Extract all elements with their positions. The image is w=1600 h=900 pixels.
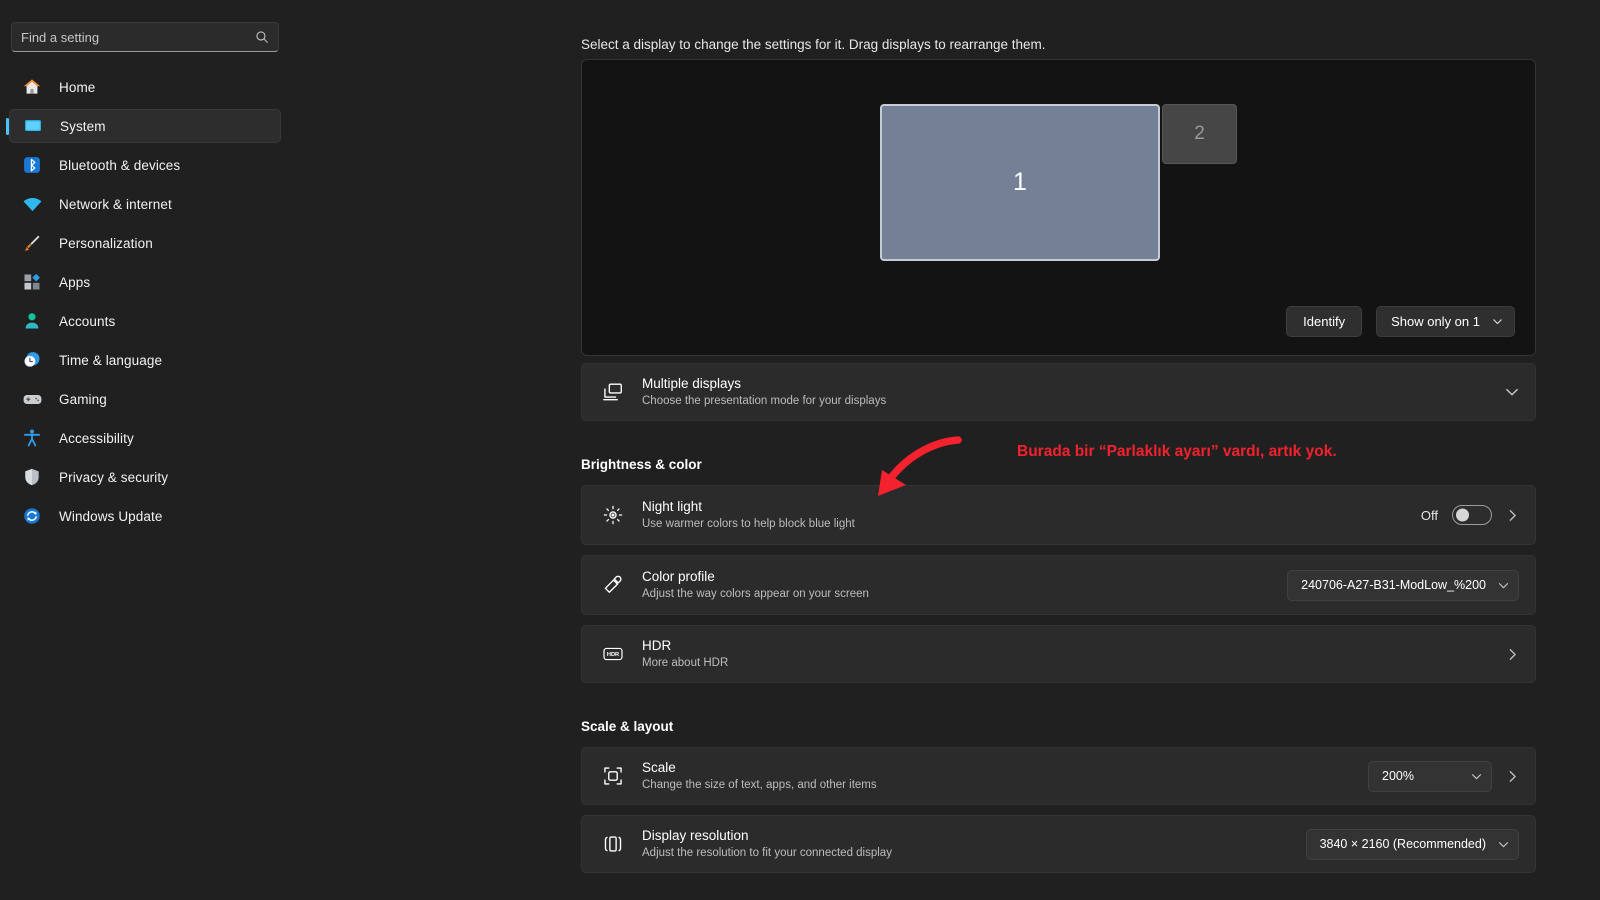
intro-text: Select a display to change the settings …	[581, 37, 1046, 52]
color-profile-row[interactable]: Color profile Adjust the way colors appe…	[581, 555, 1536, 615]
sidebar-item-bluetooth-devices[interactable]: Bluetooth & devices	[9, 148, 281, 182]
sidebar-item-label: System	[60, 118, 106, 134]
night-light-toggle-label: Off	[1420, 507, 1438, 523]
sidebar-item-apps[interactable]: Apps	[9, 265, 281, 299]
search-box[interactable]	[11, 22, 279, 52]
row-subtitle: Change the size of text, apps, and other…	[642, 779, 877, 791]
annotation-text: Burada bir “Parlaklık ayarı” vardı, artı…	[1017, 443, 1337, 460]
sidebar-item-accessibility[interactable]: Accessibility	[9, 421, 281, 455]
row-subtitle: Choose the presentation mode for your di…	[642, 395, 887, 407]
chevron-right-icon[interactable]	[1506, 648, 1519, 661]
shield-icon	[21, 466, 43, 488]
home-icon	[21, 76, 43, 98]
gamepad-icon	[21, 388, 43, 410]
sidebar-item-privacy-security[interactable]: Privacy & security	[9, 460, 281, 494]
row-title: HDR	[642, 638, 672, 653]
sidebar-item-system[interactable]: System	[6, 109, 281, 143]
sidebar-item-label: Gaming	[59, 391, 107, 407]
multiple-displays-icon	[600, 379, 626, 405]
bluetooth-icon	[21, 154, 43, 176]
display-arrangement-canvas[interactable]: 1 2 Identify Show only on 1	[581, 59, 1536, 356]
hdr-row[interactable]: HDR HDR More about HDR	[581, 625, 1536, 683]
night-light-toggle[interactable]	[1452, 505, 1492, 525]
night-light-sun-icon	[600, 502, 626, 528]
toggle-knob	[1456, 508, 1469, 522]
display-resolution-select[interactable]: 3840 × 2160 (Recommended)	[1305, 828, 1519, 860]
chevron-down-icon	[1498, 841, 1509, 847]
scale-layout-heading: Scale & layout	[581, 719, 674, 734]
chevron-down-icon	[1471, 773, 1482, 779]
row-title: Scale	[642, 760, 676, 775]
sidebar-item-label: Home	[59, 79, 96, 95]
row-subtitle: More about HDR	[642, 657, 729, 669]
clock-globe-icon	[21, 349, 43, 371]
display-tile-1[interactable]: 1	[880, 104, 1160, 261]
chevron-right-icon[interactable]	[1506, 770, 1519, 783]
chevron-down-icon	[1493, 319, 1502, 325]
row-subtitle: Use warmer colors to help block blue lig…	[642, 518, 855, 530]
chevron-down-icon	[1498, 582, 1509, 588]
display-resolution-value: 3840 × 2160 (Recommended)	[1319, 837, 1486, 851]
brightness-color-heading: Brightness & color	[581, 457, 702, 472]
sidebar-item-gaming[interactable]: Gaming	[9, 382, 281, 416]
sidebar: Home System	[0, 0, 300, 900]
update-refresh-icon	[21, 505, 43, 527]
sidebar-item-label: Personalization	[59, 235, 153, 251]
person-icon	[21, 310, 43, 332]
main-content: Select a display to change the settings …	[300, 0, 1600, 900]
row-title: Color profile	[642, 569, 715, 584]
row-title: Display resolution	[642, 828, 749, 843]
system-monitor-icon	[22, 115, 44, 137]
sidebar-item-label: Accounts	[59, 313, 116, 329]
search-icon[interactable]	[255, 30, 269, 44]
apps-grid-icon	[21, 271, 43, 293]
display-resolution-icon	[600, 831, 626, 857]
display-resolution-row[interactable]: Display resolution Adjust the resolution…	[581, 815, 1536, 873]
sidebar-item-network-internet[interactable]: Network & internet	[9, 187, 281, 221]
identify-button[interactable]: Identify	[1286, 306, 1363, 337]
search-input[interactable]	[21, 29, 255, 45]
display-number: 2	[1194, 123, 1205, 144]
sidebar-item-label: Privacy & security	[59, 469, 169, 485]
sidebar-nav: Home System Bluetooth & devices Network …	[6, 70, 281, 538]
color-profile-select[interactable]: 240706-A27-B31-ModLow_%200	[1287, 569, 1519, 601]
row-subtitle: Adjust the resolution to fit your connec…	[642, 847, 892, 859]
scale-row[interactable]: Scale Change the size of text, apps, and…	[581, 747, 1536, 805]
sidebar-item-label: Bluetooth & devices	[59, 157, 181, 173]
row-subtitle: Adjust the way colors appear on your scr…	[642, 588, 869, 600]
hdr-badge-icon: HDR	[600, 641, 626, 667]
chevron-down-icon[interactable]	[1505, 385, 1519, 399]
sidebar-item-label: Accessibility	[59, 430, 134, 446]
scale-resize-icon	[600, 763, 626, 789]
display-mode-value: Show only on 1	[1391, 314, 1480, 329]
multiple-displays-row[interactable]: Multiple displays Choose the presentatio…	[581, 363, 1536, 421]
color-profile-value: 240706-A27-B31-ModLow_%200	[1301, 578, 1486, 592]
chevron-right-icon[interactable]	[1506, 509, 1519, 522]
sidebar-item-label: Time & language	[59, 352, 163, 368]
eyedropper-icon	[600, 572, 626, 598]
settings-window: Home System	[0, 0, 1600, 900]
night-light-row[interactable]: Night light Use warmer colors to help bl…	[581, 485, 1536, 545]
sidebar-item-label: Apps	[59, 274, 91, 290]
row-title: Night light	[642, 499, 703, 514]
sidebar-item-label: Network & internet	[59, 196, 172, 212]
display-number: 1	[1013, 168, 1027, 196]
sidebar-item-label: Windows Update	[59, 508, 163, 524]
scale-value: 200%	[1382, 769, 1414, 783]
sidebar-item-personalization[interactable]: Personalization	[9, 226, 281, 260]
canvas-actions: Identify Show only on 1	[1286, 306, 1515, 337]
display-tile-2[interactable]: 2	[1162, 104, 1237, 164]
sidebar-item-time-language[interactable]: Time & language	[9, 343, 281, 377]
row-title: Multiple displays	[642, 376, 742, 391]
sidebar-item-home[interactable]: Home	[9, 70, 281, 104]
sidebar-item-windows-update[interactable]: Windows Update	[9, 499, 281, 533]
wifi-icon	[21, 193, 43, 215]
accessibility-person-icon	[21, 427, 43, 449]
scale-select[interactable]: 200%	[1368, 760, 1492, 792]
sidebar-item-accounts[interactable]: Accounts	[9, 304, 281, 338]
svg-text:HDR: HDR	[607, 652, 619, 658]
display-mode-select[interactable]: Show only on 1	[1376, 306, 1515, 337]
paintbrush-icon	[21, 232, 43, 254]
